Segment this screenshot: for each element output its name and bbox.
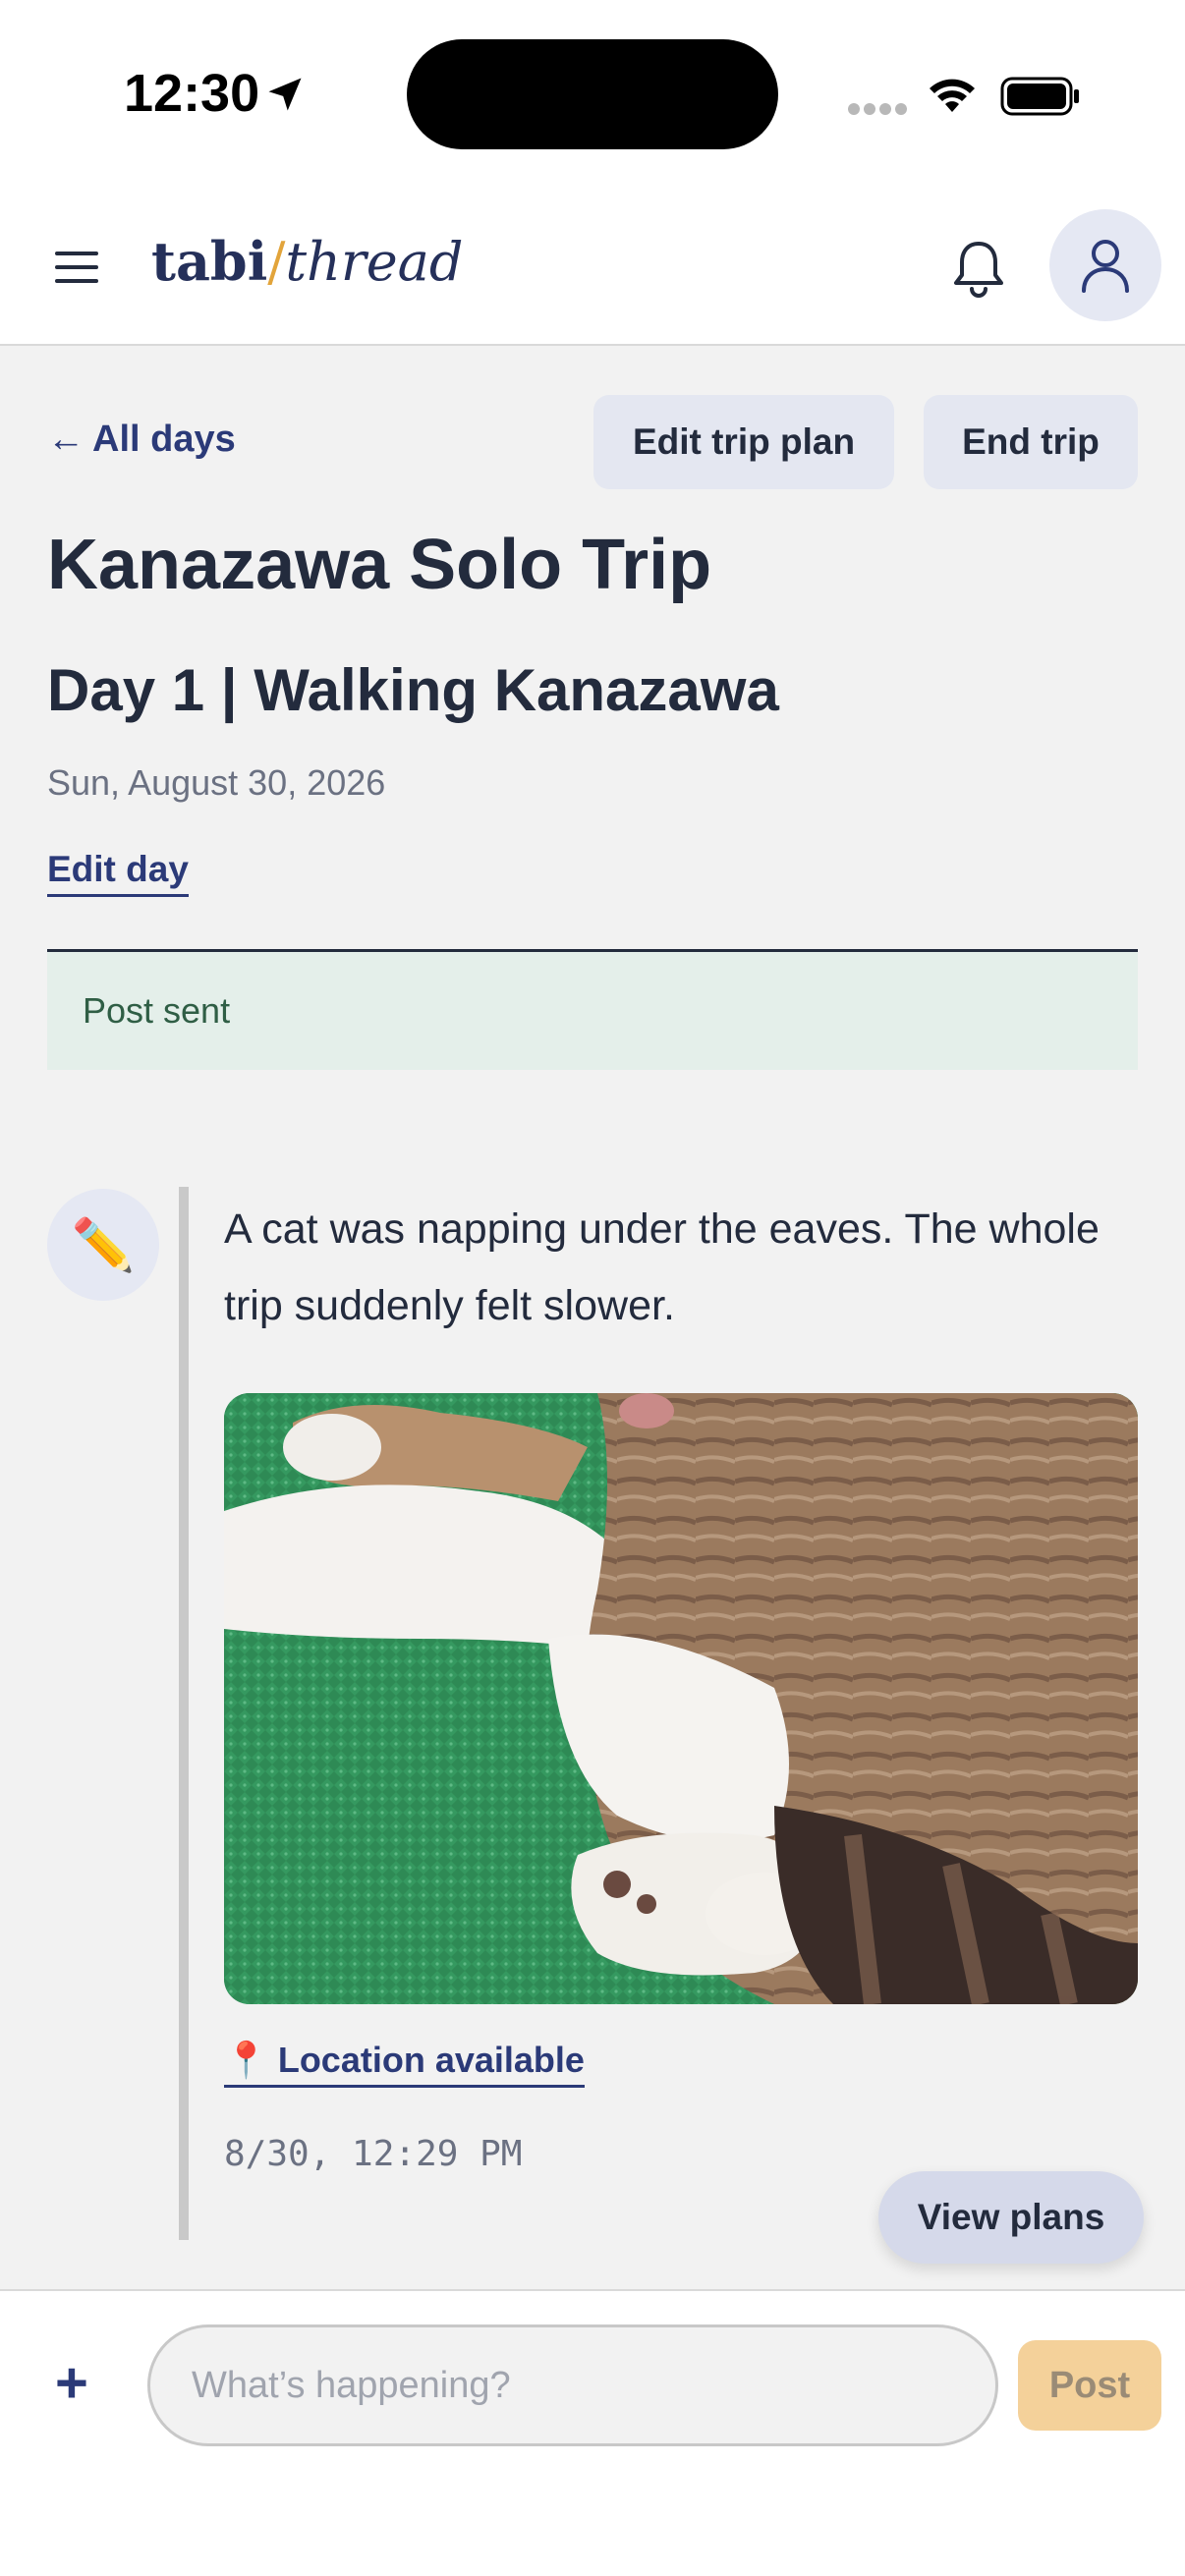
day-date: Sun, August 30, 2026 [47,762,386,803]
status-time: 12:30 [124,64,260,123]
location-pin-icon: 📍 [224,2040,268,2080]
app-header: tabi/thread [0,196,1185,346]
post-photo-cat[interactable] [224,1393,1138,2004]
end-trip-button[interactable]: End trip [924,395,1138,489]
back-arrow-icon: ← [47,419,85,460]
post-composer: + Post [0,2289,1185,2576]
logo-slash: / [267,231,286,293]
status-bar: 12:30 [0,0,1185,196]
view-plans-button[interactable]: View plans [878,2171,1144,2264]
dynamic-island [407,39,778,149]
logo-thread: thread [285,231,464,293]
all-days-link[interactable]: ← All days [47,419,236,461]
trip-title: Kanazawa Solo Trip [47,526,712,604]
post-timeline-rail [179,1187,189,2240]
day-title: Day 1 | Walking Kanazawa [47,657,779,723]
edit-day-link[interactable]: Edit day [47,849,189,897]
add-attachment-button[interactable]: + [55,2350,88,2416]
profile-avatar-button[interactable] [1049,209,1161,321]
post-sent-notice: Post sent [47,952,1138,1070]
post-type-badge: ✏️ [47,1189,159,1301]
notification-bell-icon[interactable] [949,238,1008,301]
compose-input[interactable] [147,2324,998,2446]
all-days-label: All days [92,419,236,460]
hamburger-menu-icon[interactable] [53,244,100,291]
edit-trip-plan-button[interactable]: Edit trip plan [593,395,894,489]
location-link[interactable]: 📍 Location available [224,2040,585,2088]
app-logo[interactable]: tabi/thread [151,230,463,293]
logo-tabi: tabi [151,230,268,293]
cat-photo-image [224,1393,1138,2004]
user-icon [1082,240,1129,293]
pencil-icon: ✏️ [71,1216,136,1274]
post-timestamp: 8/30, 12:29 PM [224,2134,523,2174]
location-label: Location available [277,2040,585,2080]
battery-icon [1000,77,1079,116]
post-text: A cat was napping under the eaves. The w… [224,1205,1100,1329]
post-button[interactable]: Post [1018,2340,1161,2431]
location-arrow-icon [268,78,302,111]
cellular-signal-icon [848,103,907,115]
wifi-icon [930,79,975,112]
